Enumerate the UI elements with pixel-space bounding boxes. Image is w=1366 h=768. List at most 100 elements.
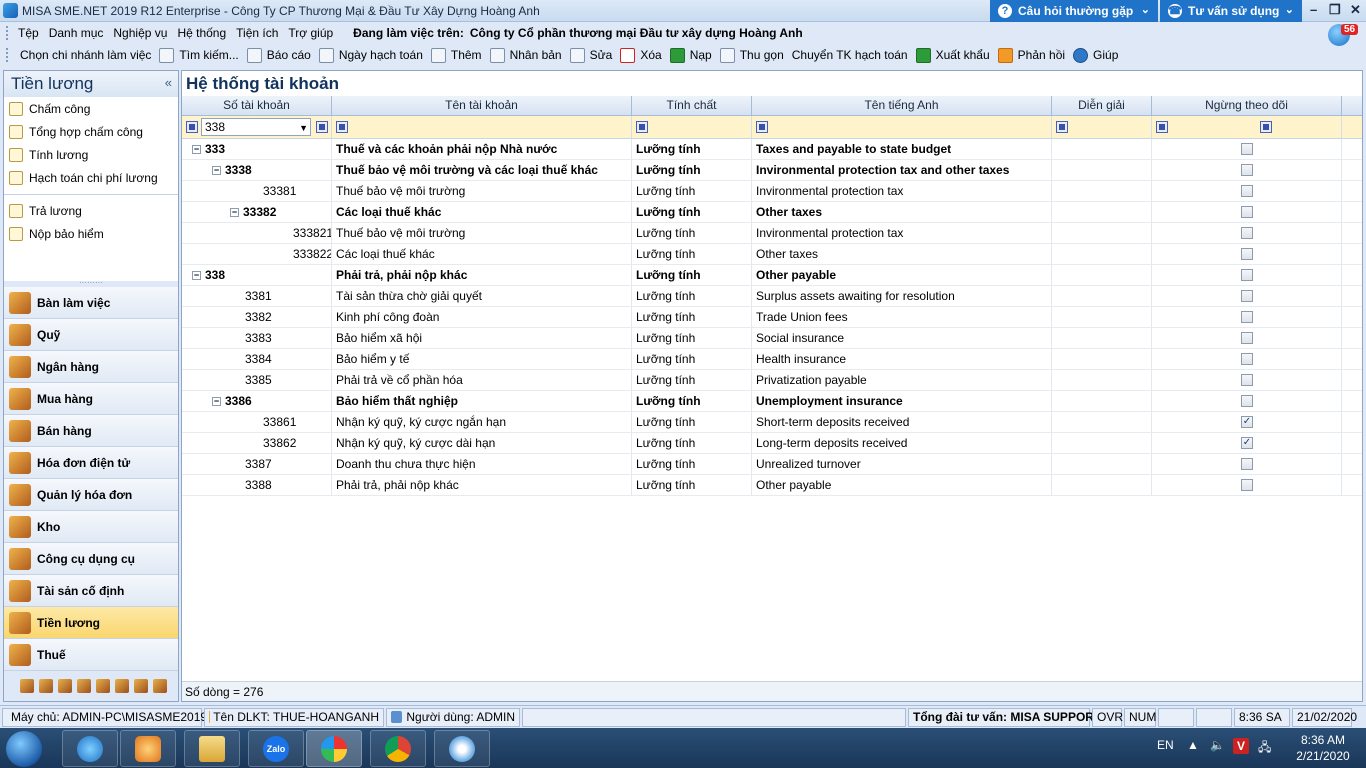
- filter-condition-icon[interactable]: [636, 121, 648, 133]
- taskbar-paint[interactable]: [434, 730, 490, 767]
- shortcut-icon[interactable]: [39, 679, 53, 693]
- sidebar-item-tong-hop-cham-cong[interactable]: Tổng hợp chấm công: [4, 120, 178, 143]
- taskbar-zalo[interactable]: Zalo: [248, 730, 304, 767]
- stop-tracking-checkbox[interactable]: [1241, 185, 1253, 197]
- menu-system[interactable]: Hệ thống: [177, 26, 226, 40]
- filter-condition-icon[interactable]: [186, 121, 198, 133]
- shortcut-icon[interactable]: [20, 679, 34, 693]
- filter-nature[interactable]: [632, 116, 752, 138]
- edit-button[interactable]: Sửa: [569, 47, 612, 63]
- clear-filter-icon[interactable]: [316, 121, 328, 133]
- antivirus-icon[interactable]: V: [1233, 738, 1249, 754]
- stop-tracking-checkbox[interactable]: [1241, 311, 1253, 323]
- shortcut-icon[interactable]: [153, 679, 167, 693]
- filter-stop-tracking[interactable]: [1152, 116, 1342, 138]
- table-row[interactable]: −3386 Bảo hiểm thất nghiệp Lưỡng tính Unemp…: [182, 391, 1362, 412]
- menu-operations[interactable]: Nghiệp vụ: [113, 26, 167, 40]
- table-row[interactable]: 33381 Thuế bảo vệ môi trường Lưỡng tính Inv…: [182, 181, 1362, 202]
- transfer-account-button[interactable]: Chuyển TK hạch toán: [792, 48, 908, 62]
- stop-tracking-checkbox[interactable]: ✓: [1241, 437, 1253, 449]
- minimize-button[interactable]: –: [1310, 2, 1317, 17]
- stop-tracking-checkbox[interactable]: [1241, 374, 1253, 386]
- shortcut-icon[interactable]: [58, 679, 72, 693]
- table-row[interactable]: −3338 Thuế bảo vệ môi trường và các loại …: [182, 160, 1362, 181]
- sidebar-item-tinh-luong[interactable]: Tính lương: [4, 143, 178, 166]
- branch-button[interactable]: Chọn chi nhánh làm việc: [20, 48, 151, 62]
- filter-condition-icon[interactable]: [336, 121, 348, 133]
- column-account-number[interactable]: Số tài khoản: [182, 96, 332, 115]
- filter-checkbox[interactable]: [1260, 121, 1272, 133]
- table-row[interactable]: 3381 Tài sản thừa chờ giải quyết Lưỡng tín…: [182, 286, 1362, 307]
- stop-tracking-checkbox[interactable]: [1241, 248, 1253, 260]
- taskbar-media-player[interactable]: [120, 730, 176, 767]
- column-english-name[interactable]: Tên tiếng Anh: [752, 96, 1052, 115]
- table-row[interactable]: 3384 Bảo hiểm y tế Lưỡng tính Health insura…: [182, 349, 1362, 370]
- stop-tracking-checkbox[interactable]: [1241, 206, 1253, 218]
- report-button[interactable]: Báo cáo: [246, 47, 311, 63]
- table-row[interactable]: −33382 Các loại thuế khác Lưỡng tính Other …: [182, 202, 1362, 223]
- stop-tracking-checkbox[interactable]: [1241, 143, 1253, 155]
- menu-file[interactable]: Tệp: [18, 26, 39, 40]
- table-row[interactable]: 3387 Doanh thu chưa thực hiện Lưỡng tính Un…: [182, 454, 1362, 475]
- filter-condition-icon[interactable]: [1156, 121, 1168, 133]
- network-icon[interactable]: 🖧: [1258, 738, 1271, 759]
- taskbar-chrome[interactable]: [370, 730, 426, 767]
- module-ban-hang[interactable]: Bán hàng: [4, 415, 178, 447]
- export-button[interactable]: Xuất khẩu: [915, 47, 990, 63]
- filter-account-name[interactable]: [332, 116, 632, 138]
- stop-tracking-checkbox[interactable]: ✓: [1241, 416, 1253, 428]
- collapse-node-icon[interactable]: −: [212, 397, 221, 407]
- menu-catalog[interactable]: Danh mục: [49, 26, 104, 40]
- language-indicator[interactable]: EN: [1157, 738, 1174, 752]
- sidebar-item-tra-luong[interactable]: Trả lương: [4, 199, 178, 222]
- taskbar-clock[interactable]: 8:36 AM 2/21/2020: [1288, 732, 1358, 764]
- volume-icon[interactable]: 🔈: [1210, 738, 1225, 752]
- module-tai-san-co-dinh[interactable]: Tài sản cố định: [4, 575, 178, 607]
- module-tien-luong[interactable]: Tiền lương: [4, 607, 178, 639]
- column-stop-tracking[interactable]: Ngừng theo dõi: [1152, 96, 1342, 115]
- table-row[interactable]: −333 Thuế và các khoản phải nộp Nhà nước L…: [182, 139, 1362, 160]
- collapse-button[interactable]: Thu gọn: [719, 47, 784, 63]
- taskbar-photo-app[interactable]: [306, 730, 362, 767]
- show-hidden-icons-icon[interactable]: ▲: [1187, 738, 1199, 752]
- consult-button[interactable]: ☎ Tư vấn sử dụng ⌄: [1160, 0, 1302, 22]
- collapse-node-icon[interactable]: −: [192, 145, 201, 155]
- module-quy[interactable]: Quỹ: [4, 319, 178, 351]
- taskbar-file-explorer[interactable]: [184, 730, 240, 767]
- stop-tracking-checkbox[interactable]: [1241, 269, 1253, 281]
- reload-button[interactable]: Nạp: [669, 47, 712, 63]
- table-row[interactable]: 333822 Các loại thuế khác Lưỡng tính Other …: [182, 244, 1362, 265]
- table-row[interactable]: −338 Phải trả, phải nộp khác Lưỡng tính Oth…: [182, 265, 1362, 286]
- menu-help[interactable]: Trợ giúp: [288, 26, 333, 40]
- windows-start-button[interactable]: [6, 731, 42, 767]
- table-row[interactable]: 3388 Phải trả, phải nộp khác Lưỡng tính Oth…: [182, 475, 1362, 496]
- table-row[interactable]: 33861 Nhận ký quỹ, ký cược ngắn hạn Lưỡng …: [182, 412, 1362, 433]
- column-account-name[interactable]: Tên tài khoản: [332, 96, 632, 115]
- add-button[interactable]: Thêm: [430, 47, 482, 63]
- restore-button[interactable]: ❐: [1329, 2, 1341, 18]
- filter-english-name[interactable]: [752, 116, 1052, 138]
- close-button[interactable]: ✕: [1350, 2, 1361, 18]
- dropdown-arrow-icon[interactable]: ▼: [299, 120, 308, 136]
- column-description[interactable]: Diễn giải: [1052, 96, 1152, 115]
- stop-tracking-checkbox[interactable]: [1241, 395, 1253, 407]
- shortcut-icon[interactable]: [115, 679, 129, 693]
- sidebar-item-hach-toan-chi-phi-luong[interactable]: Hạch toán chi phí lương: [4, 166, 178, 189]
- duplicate-button[interactable]: Nhân bản: [489, 47, 562, 63]
- shortcut-icon[interactable]: [96, 679, 110, 693]
- collapse-node-icon[interactable]: −: [212, 166, 221, 176]
- collapse-node-icon[interactable]: −: [230, 208, 239, 218]
- taskbar-internet-explorer[interactable]: [62, 730, 118, 767]
- faq-button[interactable]: ? Câu hỏi thường gặp ⌄: [990, 0, 1158, 22]
- module-ngan-hang[interactable]: Ngân hàng: [4, 351, 178, 383]
- module-kho[interactable]: Kho: [4, 511, 178, 543]
- book-date-button[interactable]: Ngày hạch toán: [318, 47, 423, 63]
- shortcut-icon[interactable]: [134, 679, 148, 693]
- sidebar-item-cham-cong[interactable]: Chấm công: [4, 97, 178, 120]
- table-row[interactable]: 33862 Nhận ký quỹ, ký cược dài hạn Lưỡng t…: [182, 433, 1362, 454]
- filter-description[interactable]: [1052, 116, 1152, 138]
- stop-tracking-checkbox[interactable]: [1241, 353, 1253, 365]
- table-row[interactable]: 3383 Bảo hiểm xã hội Lưỡng tính Social insu…: [182, 328, 1362, 349]
- stop-tracking-checkbox[interactable]: [1241, 227, 1253, 239]
- stop-tracking-checkbox[interactable]: [1241, 332, 1253, 344]
